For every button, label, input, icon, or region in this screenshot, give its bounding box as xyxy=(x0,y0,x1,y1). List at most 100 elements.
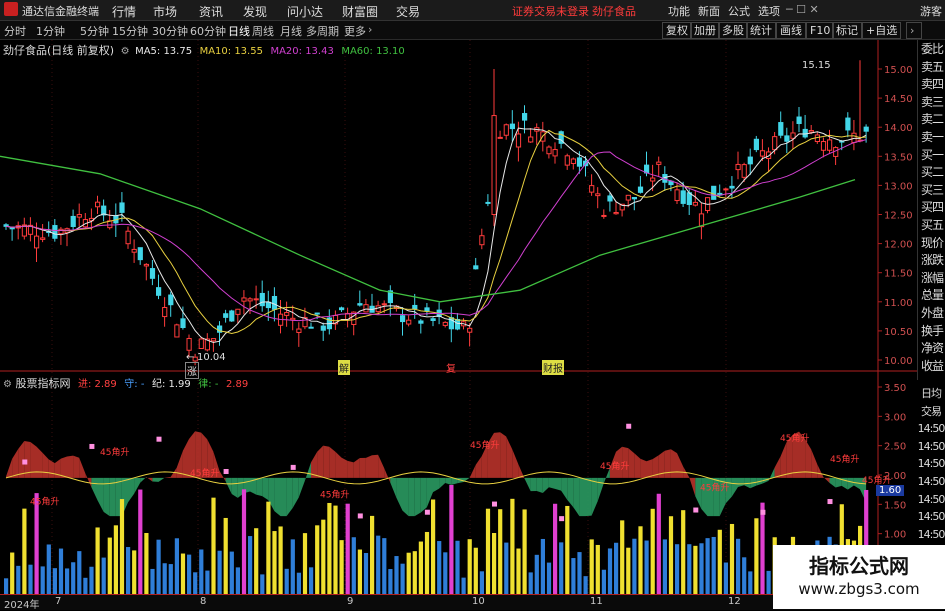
candle-body xyxy=(40,237,46,240)
candle-body xyxy=(674,189,680,202)
side-tab-lower[interactable]: 14:50 xyxy=(917,509,945,525)
indicator-bar xyxy=(95,527,100,594)
menu-options[interactable]: 选项 xyxy=(758,3,780,19)
side-tab[interactable]: 现价 xyxy=(918,236,945,252)
app-title: 通达信金融终端 xyxy=(22,5,99,18)
side-tab[interactable]: 净资 xyxy=(918,341,945,357)
side-tab[interactable]: 涨幅 xyxy=(918,271,945,287)
sub-settings-icon[interactable]: ⚙ xyxy=(3,379,12,390)
side-tab[interactable]: 收益 xyxy=(918,359,945,375)
side-tab[interactable]: 卖四 xyxy=(918,77,945,93)
side-tab[interactable]: 买一 xyxy=(918,148,945,164)
menu-guest[interactable]: 游客 xyxy=(920,3,942,19)
marker-unlock[interactable]: 解 xyxy=(338,360,350,375)
menu-discover[interactable]: 发现 xyxy=(243,3,267,20)
period-more[interactable]: 更多 xyxy=(344,23,366,39)
side-tab-lower[interactable]: 14:50 xyxy=(917,421,945,437)
add-watchlist-button[interactable]: +自选 xyxy=(862,22,902,39)
indicator-bar xyxy=(693,545,698,594)
period-daily[interactable]: 日线 xyxy=(228,23,250,39)
candle-body xyxy=(625,194,631,201)
side-tab[interactable]: 卖三 xyxy=(918,95,945,111)
indicator-bar xyxy=(668,516,674,594)
more-arrow-icon[interactable]: › xyxy=(368,23,372,36)
stock-link[interactable]: 劲仔食品 xyxy=(592,3,636,19)
indicator-bar xyxy=(437,541,442,594)
indicator-bar xyxy=(754,518,759,594)
stats-button[interactable]: 统计 xyxy=(746,22,776,39)
indicator-area xyxy=(494,432,501,478)
side-tab[interactable]: 买五 xyxy=(918,218,945,234)
f10-button[interactable]: F10 xyxy=(806,22,835,39)
menu-market[interactable]: 行情 xyxy=(112,3,136,20)
side-tab[interactable]: 卖五 xyxy=(918,60,945,76)
side-tab-lower[interactable]: 14:50 xyxy=(917,492,945,508)
settings-icon[interactable]: ⚙ xyxy=(121,46,130,57)
indicator-bar xyxy=(394,556,399,594)
indicator-bar xyxy=(675,544,680,594)
candle-body xyxy=(76,214,82,218)
menu-trade[interactable]: 交易 xyxy=(396,3,420,20)
period-60min[interactable]: 60分钟 xyxy=(190,23,226,39)
side-tab[interactable]: 卖一 xyxy=(918,130,945,146)
side-tab[interactable]: 买三 xyxy=(918,183,945,199)
side-tab-lower[interactable]: 14:50 xyxy=(917,456,945,472)
menu-new-page[interactable]: 新面 xyxy=(698,3,720,19)
side-tab[interactable]: 卖二 xyxy=(918,112,945,128)
period-5min[interactable]: 5分钟 xyxy=(80,23,109,39)
adjust-button[interactable]: 复权 xyxy=(662,22,692,39)
period-30min[interactable]: 30分钟 xyxy=(152,23,188,39)
kline-chart[interactable]: 45角升45角升45角升45角升45角升45角升45角升45角升45角升45角升… xyxy=(0,40,917,594)
side-tab-lower[interactable]: 交易 xyxy=(917,404,945,420)
marker-rise[interactable]: 涨 xyxy=(185,362,199,379)
indicator-bar xyxy=(729,523,735,594)
period-multi[interactable]: 多周期 xyxy=(306,23,339,39)
draw-line-button[interactable]: 画线 xyxy=(776,22,806,39)
candle-body xyxy=(851,132,857,143)
candle-body xyxy=(613,211,619,215)
period-weekly[interactable]: 周线 xyxy=(252,23,274,39)
period-1min[interactable]: 1分钟 xyxy=(36,23,65,39)
menu-wealth[interactable]: 财富圈 xyxy=(342,3,378,20)
side-tab[interactable]: 总量 xyxy=(918,288,945,304)
side-tab[interactable]: 涨跌 xyxy=(918,253,945,269)
side-tab-lower[interactable]: 14:50 xyxy=(917,527,945,543)
annotation-label: 45角升 xyxy=(320,488,349,500)
indicator-bar xyxy=(632,538,637,594)
menu-markets[interactable]: 市场 xyxy=(153,3,177,20)
side-tab[interactable]: 买四 xyxy=(918,200,945,216)
candle-body xyxy=(802,128,808,138)
add-button[interactable]: 加册 xyxy=(690,22,720,39)
side-tab-lower[interactable]: 14:50 xyxy=(917,474,945,490)
login-warning[interactable]: 证券交易未登录 xyxy=(512,3,589,19)
indicator-bar xyxy=(583,576,588,594)
side-tab-lower[interactable]: 日均 xyxy=(917,386,945,402)
side-tab-lower[interactable]: 14:50 xyxy=(917,439,945,455)
side-tab[interactable]: 委比 xyxy=(918,42,945,58)
menu-news[interactable]: 资讯 xyxy=(199,3,223,20)
side-tab[interactable]: 买二 xyxy=(918,165,945,181)
menu-formula[interactable]: 公式 xyxy=(728,3,750,19)
indicator-bar xyxy=(571,558,576,594)
indicator-bar xyxy=(650,508,655,594)
side-tab[interactable]: 外盘 xyxy=(918,306,945,322)
marker-resume[interactable]: 复 xyxy=(446,360,456,375)
indicator-bar xyxy=(736,538,741,594)
multi-stock-button[interactable]: 多股 xyxy=(718,22,748,39)
candle-body xyxy=(479,235,485,246)
price-tick-label: 13.00 xyxy=(884,181,913,192)
side-tab[interactable]: 换手 xyxy=(918,324,945,340)
mark-button[interactable]: 标记 xyxy=(832,22,862,39)
indicator-bar xyxy=(620,520,625,594)
indicator-bar xyxy=(540,538,545,594)
indicator-bar xyxy=(187,554,192,594)
menu-function[interactable]: 功能 xyxy=(668,3,690,19)
period-monthly[interactable]: 月线 xyxy=(280,23,302,39)
menu-ask[interactable]: 问小达 xyxy=(287,3,323,20)
indicator-bar xyxy=(363,553,369,594)
period-15min[interactable]: 15分钟 xyxy=(112,23,148,39)
collapse-icon[interactable]: › xyxy=(906,22,922,39)
window-controls[interactable]: ─ ☐ ✕ xyxy=(786,3,819,16)
period-timeshare[interactable]: 分时 xyxy=(4,23,26,39)
marker-report[interactable]: 财报 xyxy=(542,360,564,375)
